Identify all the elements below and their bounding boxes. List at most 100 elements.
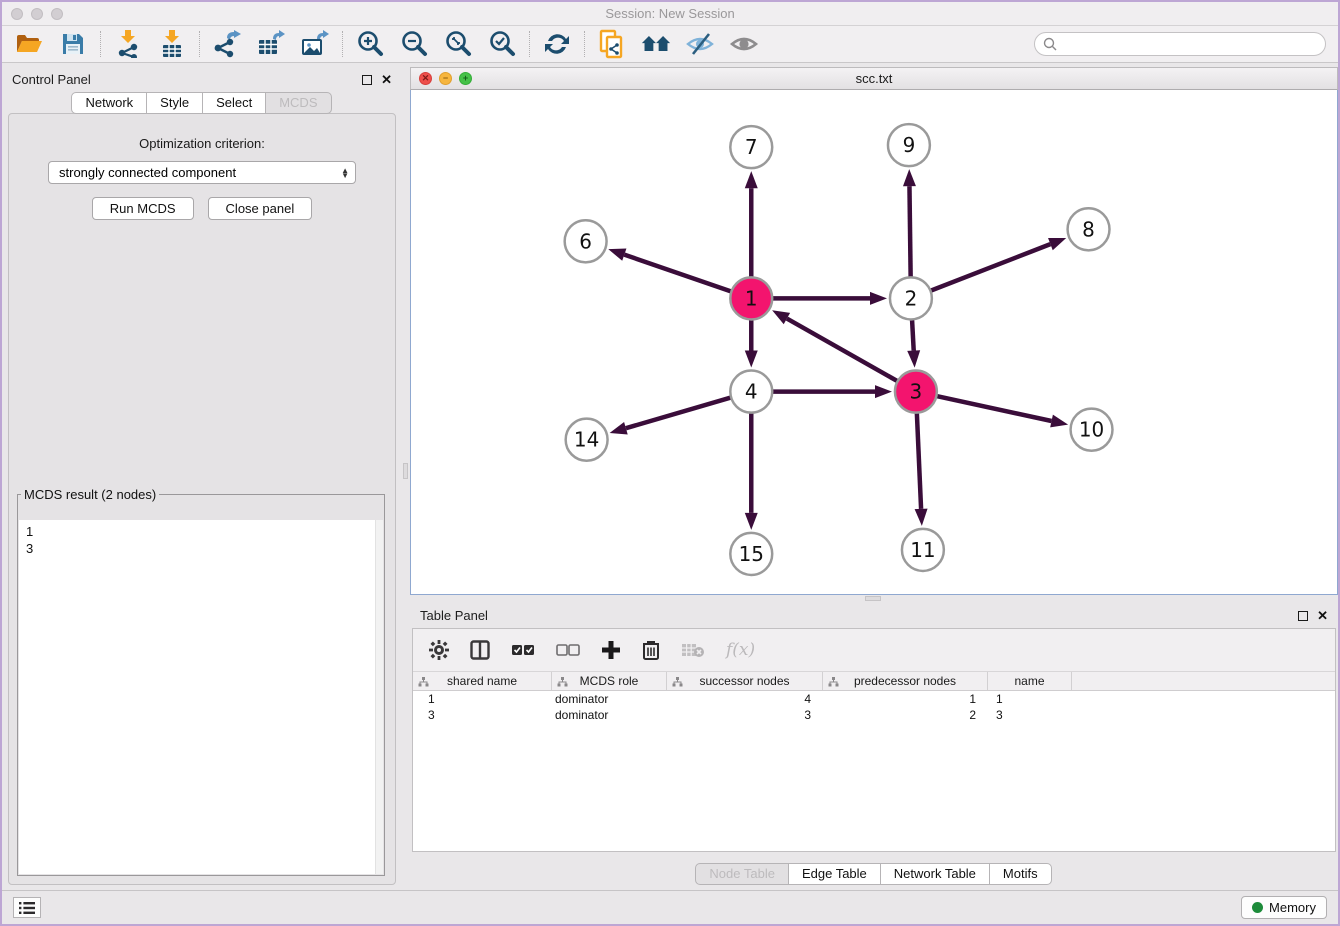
- task-history-button[interactable]: [13, 897, 41, 918]
- hide-eye-icon[interactable]: [685, 29, 715, 59]
- export-table-icon[interactable]: [256, 29, 286, 59]
- table-cell: 3: [988, 707, 1072, 723]
- export-network-icon[interactable]: [212, 29, 242, 59]
- open-session-icon[interactable]: [14, 29, 44, 59]
- search-input[interactable]: [1058, 34, 1325, 54]
- tab-mcds[interactable]: MCDS: [265, 92, 331, 114]
- run-mcds-button[interactable]: Run MCDS: [92, 197, 194, 220]
- memory-label: Memory: [1269, 900, 1316, 915]
- column-header-MCDS-role[interactable]: MCDS role: [552, 672, 667, 690]
- control-panel: Control Panel ✕ NetworkStyleSelectMCDS O…: [2, 67, 402, 890]
- table-panel-title: Table Panel: [420, 608, 488, 623]
- table-cell: 3: [413, 707, 552, 723]
- deselect-all-icon[interactable]: [556, 643, 580, 657]
- toolbar-separator: [584, 31, 585, 57]
- float-panel-icon[interactable]: [362, 75, 372, 85]
- tab-network[interactable]: Network: [71, 92, 147, 114]
- column-header-predecessor-nodes[interactable]: predecessor nodes: [823, 672, 988, 690]
- column-header-successor-nodes[interactable]: successor nodes: [667, 672, 823, 690]
- save-session-icon[interactable]: [58, 29, 88, 59]
- split-panel-icon[interactable]: [470, 640, 490, 660]
- add-column-icon[interactable]: [601, 640, 621, 660]
- arrowhead-icon: [1050, 415, 1068, 428]
- show-eye-icon[interactable]: [729, 29, 759, 59]
- import-table-icon[interactable]: [157, 29, 187, 59]
- table-cell: 1: [413, 691, 552, 707]
- close-panel-icon[interactable]: ✕: [381, 75, 392, 85]
- node-label: 3: [910, 380, 923, 404]
- table-cell: dominator: [552, 707, 667, 723]
- table-toolbar: f(x): [413, 629, 1335, 671]
- table-cell: 1: [823, 691, 988, 707]
- function-builder-icon: f(x): [726, 640, 755, 660]
- control-panel-tabs: NetworkStyleSelectMCDS: [2, 92, 402, 114]
- table-cell: dominator: [552, 691, 667, 707]
- arrowhead-icon: [745, 171, 758, 188]
- node-label: 9: [903, 133, 916, 157]
- mcds-panel: Optimization criterion: strongly connect…: [8, 113, 396, 885]
- memory-button[interactable]: Memory: [1241, 896, 1327, 919]
- float-table-panel-icon[interactable]: [1298, 611, 1308, 621]
- copy-network-icon[interactable]: [597, 29, 627, 59]
- close-table-panel-icon[interactable]: ✕: [1317, 611, 1328, 621]
- node-label: 6: [579, 229, 592, 253]
- delete-column-icon[interactable]: [642, 640, 660, 660]
- toolbar-separator: [342, 31, 343, 57]
- column-header-name[interactable]: name: [988, 672, 1072, 690]
- criterion-value: strongly connected component: [59, 165, 341, 180]
- vertical-splitter[interactable]: [402, 67, 410, 890]
- tab-style[interactable]: Style: [146, 92, 203, 114]
- node-label: 1: [745, 286, 758, 310]
- tab-select[interactable]: Select: [202, 92, 266, 114]
- search-field[interactable]: [1034, 32, 1326, 56]
- settings-gear-icon[interactable]: [429, 640, 449, 660]
- optimization-criterion-label: Optimization criterion:: [9, 136, 395, 151]
- zoom-in-icon[interactable]: [355, 29, 385, 59]
- arrowhead-icon: [745, 351, 758, 368]
- horizontal-splitter[interactable]: [410, 595, 1338, 603]
- edge-2-8[interactable]: [911, 244, 1050, 298]
- network-window-title: scc.txt: [411, 71, 1337, 86]
- table-row[interactable]: 3dominator323: [413, 707, 1335, 723]
- import-network-icon[interactable]: [113, 29, 143, 59]
- refresh-layout-icon[interactable]: [542, 29, 572, 59]
- table-panel-tabs: Node TableEdge TableNetwork TableMotifs: [410, 860, 1338, 887]
- tab-node-table[interactable]: Node Table: [695, 863, 789, 885]
- tab-edge-table[interactable]: Edge Table: [788, 863, 881, 885]
- table-cell: 3: [667, 707, 823, 723]
- network-canvas[interactable]: 7968124314101511: [410, 90, 1338, 595]
- close-panel-button[interactable]: Close panel: [208, 197, 313, 220]
- mcds-result-box: MCDS result (2 nodes) 1 3: [17, 487, 385, 876]
- search-icon: [1042, 36, 1058, 52]
- status-bar: Memory: [2, 890, 1338, 924]
- toolbar-separator: [529, 31, 530, 57]
- network-view-window: ✕ − + scc.txt 7968124314101511: [410, 67, 1338, 595]
- node-label: 7: [745, 135, 758, 159]
- mcds-result-legend: MCDS result (2 nodes): [21, 487, 159, 502]
- zoom-out-icon[interactable]: [399, 29, 429, 59]
- arrowhead-icon: [907, 350, 920, 367]
- control-panel-title: Control Panel: [12, 72, 91, 87]
- toolbar-separator: [100, 31, 101, 57]
- zoom-fit-icon[interactable]: [443, 29, 473, 59]
- tab-motifs[interactable]: Motifs: [989, 863, 1052, 885]
- home-icon[interactable]: [641, 29, 671, 59]
- mcds-result-values: 1 3: [19, 520, 383, 557]
- application-window: Session: New Session: [0, 0, 1340, 926]
- node-table: shared nameMCDS rolesuccessor nodesprede…: [413, 671, 1335, 723]
- tab-network-table[interactable]: Network Table: [880, 863, 990, 885]
- edge-3-1[interactable]: [787, 319, 916, 392]
- node-label: 11: [910, 538, 935, 562]
- window-title: Session: New Session: [2, 6, 1338, 21]
- arrowhead-icon: [608, 248, 626, 260]
- table-panel: Table Panel ✕: [410, 603, 1338, 890]
- arrowhead-icon: [610, 422, 628, 435]
- select-all-icon[interactable]: [511, 643, 535, 657]
- criterion-dropdown[interactable]: strongly connected component ▲▼: [48, 161, 356, 184]
- result-scrollbar[interactable]: [375, 520, 383, 874]
- export-image-icon[interactable]: [300, 29, 330, 59]
- column-header-shared-name[interactable]: shared name: [413, 672, 552, 690]
- table-row[interactable]: 1dominator411: [413, 691, 1335, 707]
- zoom-selected-icon[interactable]: [487, 29, 517, 59]
- arrowhead-icon: [1048, 238, 1066, 250]
